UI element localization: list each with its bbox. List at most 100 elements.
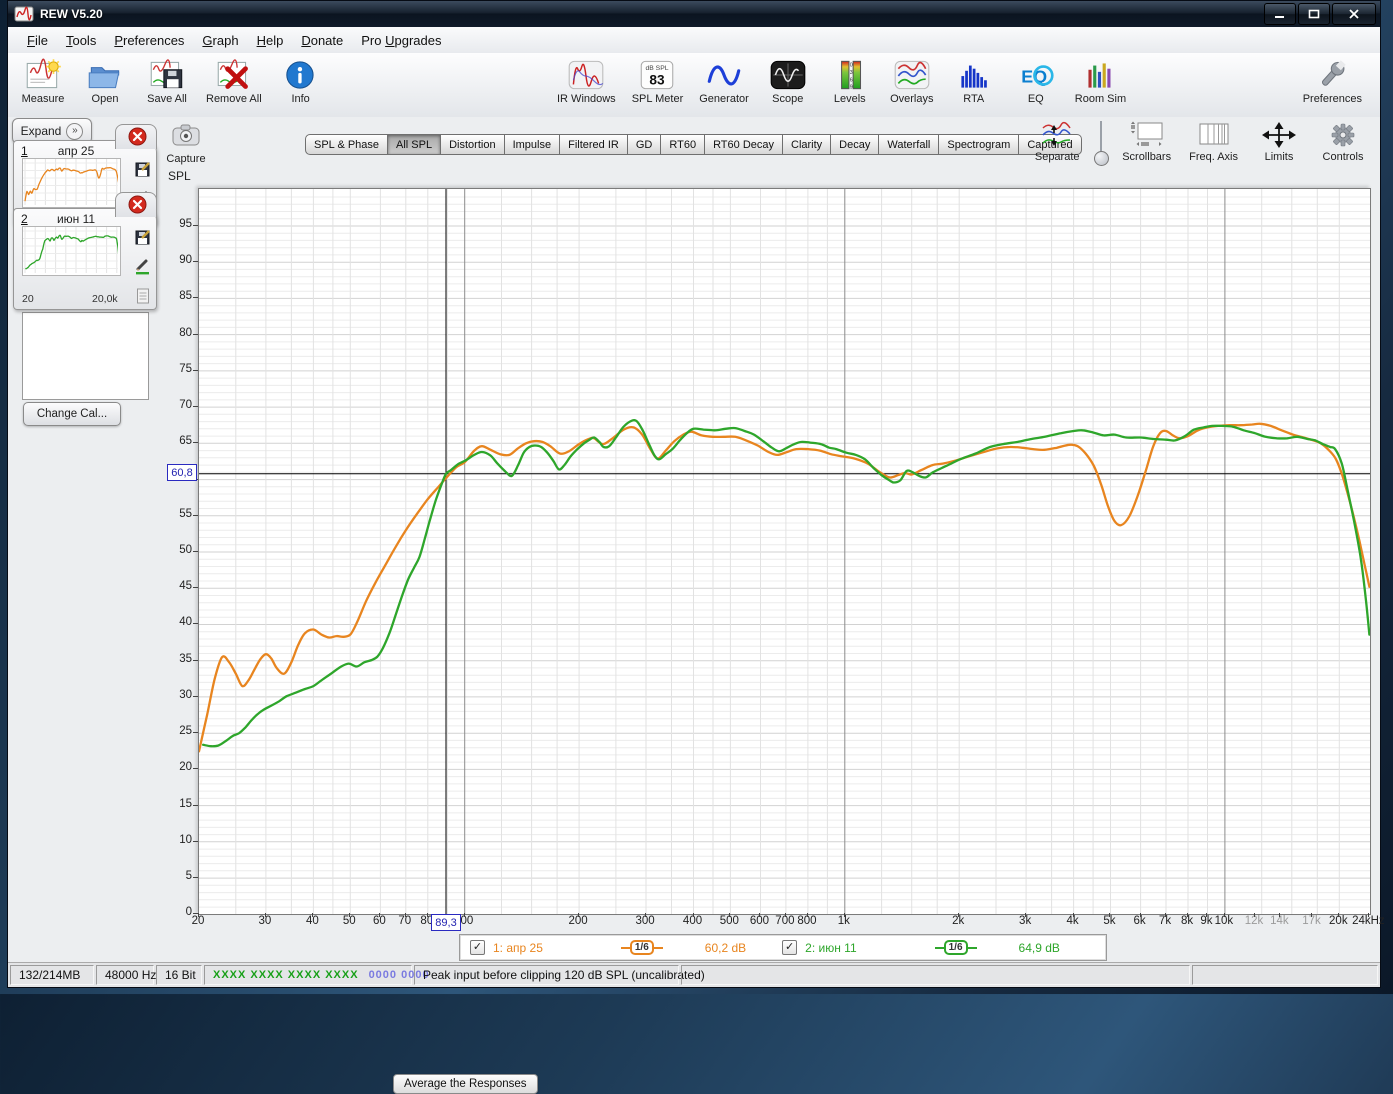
notes-button[interactable] <box>134 287 151 309</box>
toolbar-button-scope[interactable]: Scope <box>761 57 815 106</box>
tab-decay[interactable]: Decay <box>830 134 879 155</box>
y-axis-label: 5 <box>156 870 192 882</box>
toolbar-button-open[interactable]: Open <box>78 57 132 106</box>
menu-item-help[interactable]: Help <box>248 30 293 51</box>
tab-clarity[interactable]: Clarity <box>782 134 831 155</box>
save-button[interactable] <box>134 161 151 183</box>
legend-smoothing-badge[interactable]: 1/6 <box>935 940 977 955</box>
y-axis-tick <box>193 515 198 516</box>
toolbar-button-preferences[interactable]: Preferences <box>1299 57 1366 106</box>
menu-bar: FileToolsPreferencesGraphHelpDonatePro U… <box>8 27 1380 54</box>
menu-item-pro-upgrades[interactable]: Pro Upgrades <box>352 30 450 51</box>
toolbar-button-generator[interactable]: Generator <box>695 57 753 106</box>
separate-slider[interactable] <box>1094 121 1108 167</box>
capture-button[interactable]: Capture <box>164 122 208 165</box>
tab-rt60-decay[interactable]: RT60 Decay <box>704 134 783 155</box>
x-axis-tick <box>1140 913 1141 917</box>
svg-text:dB SPL: dB SPL <box>646 65 669 72</box>
menu-item-donate[interactable]: Donate <box>292 30 352 51</box>
preferences-label: Preferences <box>1303 93 1362 105</box>
pencil-button[interactable] <box>134 258 151 280</box>
tab-spl-phase[interactable]: SPL & Phase <box>305 134 388 155</box>
legend-checkbox[interactable]: ✓ <box>782 940 797 955</box>
close-icon <box>128 195 147 214</box>
spl-chart[interactable] <box>199 189 1370 914</box>
y-axis-label: 10 <box>156 834 192 846</box>
tab-filtered-ir[interactable]: Filtered IR <box>559 134 628 155</box>
y-axis-label: 95 <box>156 218 192 230</box>
toolbar-button-info[interactable]: Info <box>274 57 328 106</box>
legend-smoothing-badge[interactable]: 1/6 <box>621 940 663 955</box>
tab-all-spl[interactable]: All SPL <box>387 134 441 155</box>
legend-checkbox[interactable]: ✓ <box>470 940 485 955</box>
toolbar-button-overlays[interactable]: Overlays <box>885 57 939 106</box>
menu-item-tools[interactable]: Tools <box>57 30 105 51</box>
limits-label: Limits <box>1265 151 1294 163</box>
close-icon <box>128 127 147 146</box>
toolbar-button-scrollbars[interactable]: Scrollbars <box>1118 119 1175 164</box>
preferences-icon <box>1311 58 1353 92</box>
toolbar-button-measure[interactable]: Measure <box>16 57 70 106</box>
menu-item-preferences[interactable]: Preferences <box>105 30 193 51</box>
x-axis-tick <box>1187 913 1188 917</box>
cal-file-box <box>22 312 149 400</box>
toolbar-button-limits[interactable]: Limits <box>1252 119 1306 164</box>
x-axis-tick <box>693 913 694 917</box>
overlays-icon <box>891 58 933 92</box>
status-bar: 132/214MB 48000 Hz 16 Bit XXXX XXXX XXXX… <box>8 962 1380 987</box>
toolbar-button-save-all[interactable]: Save All <box>140 57 194 106</box>
remove-measurement-button[interactable] <box>128 195 147 214</box>
controls-icon <box>1323 120 1363 150</box>
room-sim-label: Room Sim <box>1075 93 1126 105</box>
toolbar-button-ir-windows[interactable]: IR Windows <box>553 57 620 106</box>
change-cal-button[interactable]: Change Cal... <box>23 402 121 426</box>
tab-spectrogram[interactable]: Spectrogram <box>938 134 1019 155</box>
toolbar-button-eq[interactable]: EQEQ <box>1009 57 1063 106</box>
remove-all-icon <box>213 58 255 92</box>
tab-waterfall[interactable]: Waterfall <box>878 134 939 155</box>
toolbar-button-levels[interactable]: 0369Levels <box>823 57 877 106</box>
y-axis-tick <box>193 841 198 842</box>
y-axis-tick <box>193 406 198 407</box>
save-all-label: Save All <box>147 93 187 105</box>
menu-item-graph[interactable]: Graph <box>193 30 247 51</box>
toolbar: MeasureOpen Save All Remove AllInfo IR Win… <box>8 53 1380 118</box>
graph-tab-bar: SPL & PhaseAll SPLDistortionImpulseFilte… <box>306 134 1082 155</box>
ir-windows-icon <box>565 58 607 92</box>
tab-impulse[interactable]: Impulse <box>504 134 561 155</box>
eq-label: EQ <box>1028 93 1044 105</box>
x-axis-tick <box>578 913 579 917</box>
close-button[interactable] <box>1332 3 1376 25</box>
toolbar-button-remove-all[interactable]: Remove All <box>202 57 266 106</box>
maximize-button[interactable] <box>1298 3 1330 25</box>
toolbar-button-spl-meter[interactable]: dB SPL83SPL Meter <box>628 57 688 106</box>
y-axis-label: 75 <box>156 363 192 375</box>
toolbar-button-controls[interactable]: Controls <box>1316 119 1370 164</box>
toolbar-button-freq-axis[interactable]: Freq. Axis <box>1185 119 1242 164</box>
toolbar-button-rta[interactable]: RTA <box>947 57 1001 106</box>
freq-axis-label: Freq. Axis <box>1189 151 1238 163</box>
remove-measurement-button[interactable] <box>128 127 147 146</box>
tab-distortion[interactable]: Distortion <box>440 134 504 155</box>
toolbar-button-separate[interactable]: Separate <box>1030 119 1084 164</box>
minimize-button[interactable] <box>1264 3 1296 25</box>
save-button[interactable] <box>134 229 151 251</box>
measurement-thumbnail[interactable] <box>22 158 121 208</box>
y-axis-label: 40 <box>156 616 192 628</box>
x-axis-tick <box>265 913 266 917</box>
y-axis-label: 15 <box>156 798 192 810</box>
tab-rt60[interactable]: RT60 <box>660 134 705 155</box>
measurement-thumbnail[interactable] <box>22 226 121 276</box>
measurement-card-2[interactable]: 2июн 112020,0k <box>13 208 157 310</box>
y-axis-title: SPL <box>168 169 191 183</box>
graph-controls: Separate Scrollbars Freq. Axis Limits Contro… <box>1030 119 1370 167</box>
tab-gd[interactable]: GD <box>627 134 662 155</box>
menu-item-file[interactable]: File <box>18 30 57 51</box>
average-responses-button[interactable]: Average the Responses <box>393 1074 538 1094</box>
toolbar-button-room-sim[interactable]: Room Sim <box>1071 57 1130 106</box>
spl-plot[interactable]: Average the Responses <box>198 188 1371 915</box>
cursor-spl-readout: 60,8 <box>167 464 197 481</box>
separate-label: Separate <box>1035 151 1080 163</box>
x-axis-tick <box>785 913 786 917</box>
y-axis-tick <box>193 696 198 697</box>
